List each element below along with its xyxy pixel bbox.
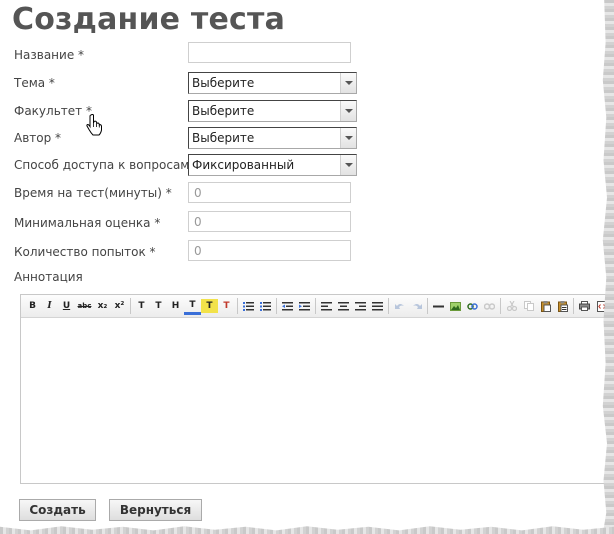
topic-label: Тема * — [14, 76, 55, 90]
annotation-editor: B I U abc x₂ x² T T H T T T — [20, 294, 614, 484]
toolbar-separator — [130, 298, 131, 314]
min-score-input[interactable]: 0 — [188, 211, 351, 232]
chevron-down-icon[interactable] — [340, 128, 356, 148]
italic-button[interactable]: I — [41, 297, 58, 315]
annotation-textarea[interactable] — [21, 318, 613, 483]
align-right-icon[interactable] — [352, 297, 369, 315]
highlight-button[interactable]: T — [201, 299, 218, 313]
name-label: Название * — [14, 48, 85, 62]
access-label: Способ доступа к вопросам * — [14, 158, 200, 172]
toolbar-separator — [500, 298, 501, 314]
heading-button[interactable]: H — [167, 297, 184, 315]
copy-icon[interactable] — [520, 297, 537, 315]
horizontal-rule-icon[interactable] — [430, 297, 447, 315]
toolbar-separator — [315, 298, 316, 314]
attempts-input[interactable]: 0 — [188, 240, 351, 261]
bold-button[interactable]: B — [24, 297, 41, 315]
topic-select-value: Выберите — [192, 76, 255, 90]
undo-icon[interactable] — [391, 297, 408, 315]
min-score-label: Минимальная оценка * — [14, 216, 161, 230]
back-button[interactable]: Вернуться — [109, 499, 202, 521]
toolbar-separator — [276, 298, 277, 314]
chevron-down-icon[interactable] — [340, 155, 356, 175]
name-input[interactable] — [188, 42, 351, 63]
superscript-button[interactable]: x² — [111, 297, 128, 315]
cut-icon[interactable] — [503, 297, 520, 315]
editor-toolbar: B I U abc x₂ x² T T H T T T — [21, 295, 613, 318]
time-label: Время на тест(минуты) * — [14, 186, 172, 200]
toolbar-separator — [237, 298, 238, 314]
torn-edge-bottom — [0, 526, 614, 534]
toolbar-separator — [573, 298, 574, 314]
toolbar-separator — [427, 298, 428, 314]
indent-icon[interactable] — [296, 297, 313, 315]
hand-cursor-icon — [86, 114, 102, 136]
access-select[interactable]: Фиксированный — [188, 154, 357, 176]
subscript-button[interactable]: x₂ — [94, 297, 111, 315]
page-title: Создание теста — [12, 2, 286, 37]
author-label: Автор * — [14, 131, 62, 145]
time-input[interactable]: 0 — [188, 182, 351, 203]
faculty-label: Факультет * — [14, 104, 92, 118]
underline-button[interactable]: U — [58, 297, 75, 315]
redo-icon[interactable] — [408, 297, 425, 315]
author-select[interactable]: Выберите — [188, 127, 357, 149]
paste-text-icon[interactable] — [554, 297, 571, 315]
print-icon[interactable] — [576, 297, 593, 315]
align-justify-icon[interactable] — [369, 297, 386, 315]
paste-icon[interactable] — [537, 297, 554, 315]
strikethrough-button[interactable]: abc — [75, 297, 94, 315]
faculty-select-value: Выберите — [192, 104, 255, 118]
unlink-icon[interactable] — [481, 297, 498, 315]
annotation-label: Аннотация — [14, 270, 83, 284]
text-color-button[interactable]: T — [184, 298, 201, 315]
topic-select[interactable]: Выберите — [188, 72, 357, 94]
chevron-down-icon[interactable] — [340, 101, 356, 121]
font-size-button[interactable]: T — [133, 297, 150, 315]
image-icon[interactable] — [447, 297, 464, 315]
faculty-select[interactable]: Выберите — [188, 100, 357, 122]
author-select-value: Выберите — [192, 131, 255, 145]
link-icon[interactable] — [464, 297, 481, 315]
access-select-value: Фиксированный — [192, 158, 295, 172]
font-family-button[interactable]: T — [150, 297, 167, 315]
chevron-down-icon[interactable] — [340, 73, 356, 93]
attempts-label: Количество попыток * — [14, 245, 156, 259]
page: Создание теста Название * Тема * Выберит… — [0, 0, 614, 534]
outdent-icon[interactable] — [279, 297, 296, 315]
align-left-icon[interactable] — [318, 297, 335, 315]
numbered-list-icon[interactable] — [257, 297, 274, 315]
bullet-list-icon[interactable] — [240, 297, 257, 315]
create-button[interactable]: Создать — [19, 499, 96, 521]
align-center-icon[interactable] — [335, 297, 352, 315]
clear-format-button[interactable]: T — [218, 297, 235, 315]
toolbar-separator — [388, 298, 389, 314]
